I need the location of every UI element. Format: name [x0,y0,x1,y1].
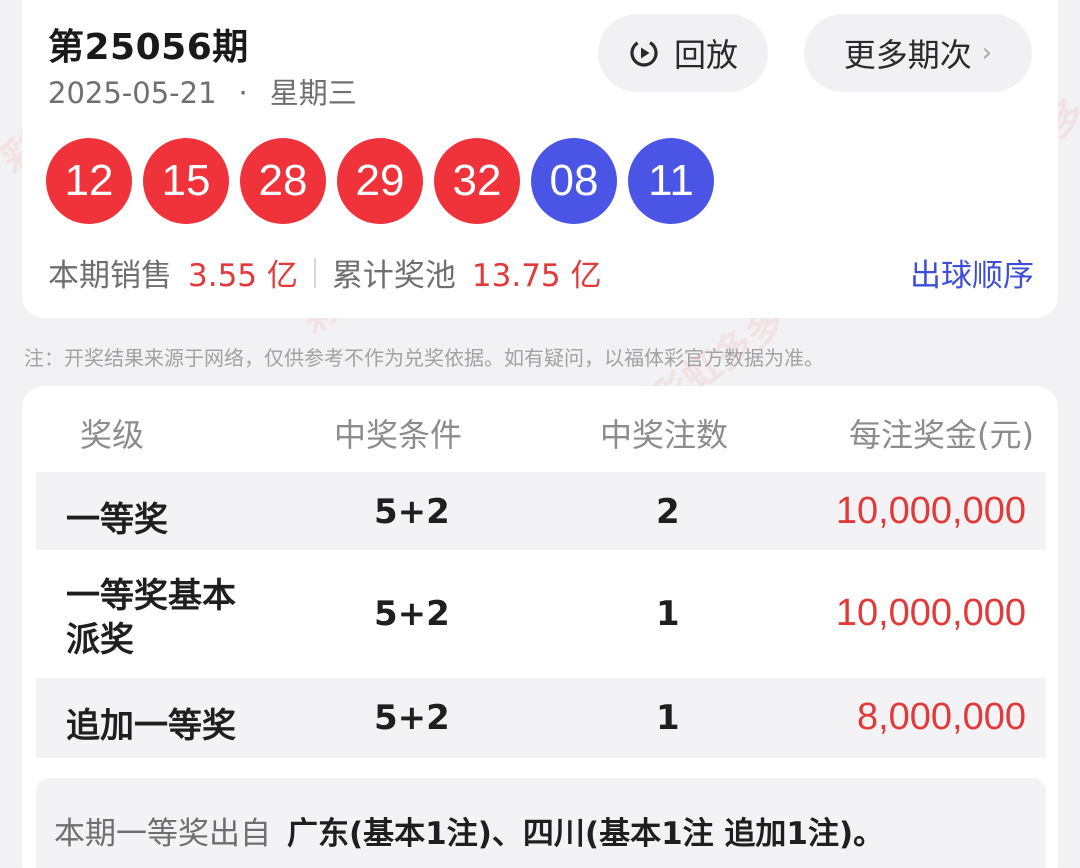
header-level: 奖级 [80,416,145,454]
replay-icon [630,39,658,67]
disclaimer-note: 注：开奖结果来源于网络，仅供参考不作为兑奖依据。如有疑问，以福体彩官方数据为准。 [24,346,824,370]
row-prize: 10,000,000 [835,592,1026,634]
red-ball: 29 [337,138,423,224]
sales-value: 3.55 亿 [188,258,298,294]
draw-summary-card: 第25056期 2025-05-21 · 星期三 回放 更多期次 › 12 15 2… [22,0,1058,318]
date-separator: · [238,76,248,110]
draw-weekday: 星期三 [269,76,357,110]
chevron-right-icon: › [981,38,993,68]
winning-numbers: 12 15 28 29 32 08 11 [46,138,725,224]
row-count: 1 [656,698,680,738]
table-header: 奖级 中奖条件 中奖注数 每注奖金(元) [22,386,1058,472]
replay-label: 回放 [673,36,738,74]
blue-ball: 11 [628,138,714,224]
red-ball: 15 [143,138,229,224]
replay-button[interactable]: 回放 [598,14,768,92]
winner-label: 本期一等奖出自 [54,816,271,852]
row-condition: 5+2 [374,594,450,634]
row-prize: 10,000,000 [835,490,1026,532]
pool-label: 累计奖池 [331,258,456,294]
more-issues-button[interactable]: 更多期次 › [804,14,1032,92]
issue-title: 第25056期 [48,27,249,68]
row-count: 2 [656,492,680,532]
row-condition: 5+2 [374,492,450,532]
ball-order-link[interactable]: 出球顺序 [910,250,1034,295]
more-issues-label: 更多期次 [843,36,972,74]
winner-location: 本期一等奖出自 广东(基本1注)、四川(基本1注 追加1注)。 [54,808,884,853]
row-condition: 5+2 [374,698,450,738]
header-prize: 每注奖金(元) [849,416,1034,454]
red-ball: 12 [46,138,132,224]
sales-info: 本期销售 3.55 亿 累计奖池 13.75 亿 [48,250,602,295]
red-ball: 32 [434,138,520,224]
blue-ball: 08 [531,138,617,224]
table-row: 追加一等奖 5+2 1 8,000,000 [36,678,1046,758]
row-level: 追加一等奖 [66,706,236,746]
draw-date-line: 2025-05-21 · 星期三 [48,70,357,112]
row-level: 一等奖基本派奖 [66,576,236,660]
pool-value: 13.75 亿 [471,258,602,294]
row-prize: 8,000,000 [856,696,1026,738]
row-level: 一等奖 [66,500,168,540]
sales-label: 本期销售 [48,258,172,294]
sales-divider [313,257,316,288]
table-row: 一等奖基本派奖 5+2 1 10,000,000 [36,550,1046,678]
row-count: 1 [656,594,680,634]
header-condition: 中奖条件 [334,416,463,454]
header-count: 中奖注数 [600,416,729,454]
winner-detail: 广东(基本1注)、四川(基本1注 追加1注)。 [287,816,885,852]
red-ball: 28 [240,138,326,224]
table-row: 一等奖 5+2 2 10,000,000 [36,472,1046,550]
draw-date: 2025-05-21 [48,76,217,110]
winner-location-box: 本期一等奖出自 广东(基本1注)、四川(基本1注 追加1注)。 [36,778,1046,868]
prize-table-card: 奖级 中奖条件 中奖注数 每注奖金(元) 一等奖 5+2 2 10,000,00… [22,386,1058,868]
